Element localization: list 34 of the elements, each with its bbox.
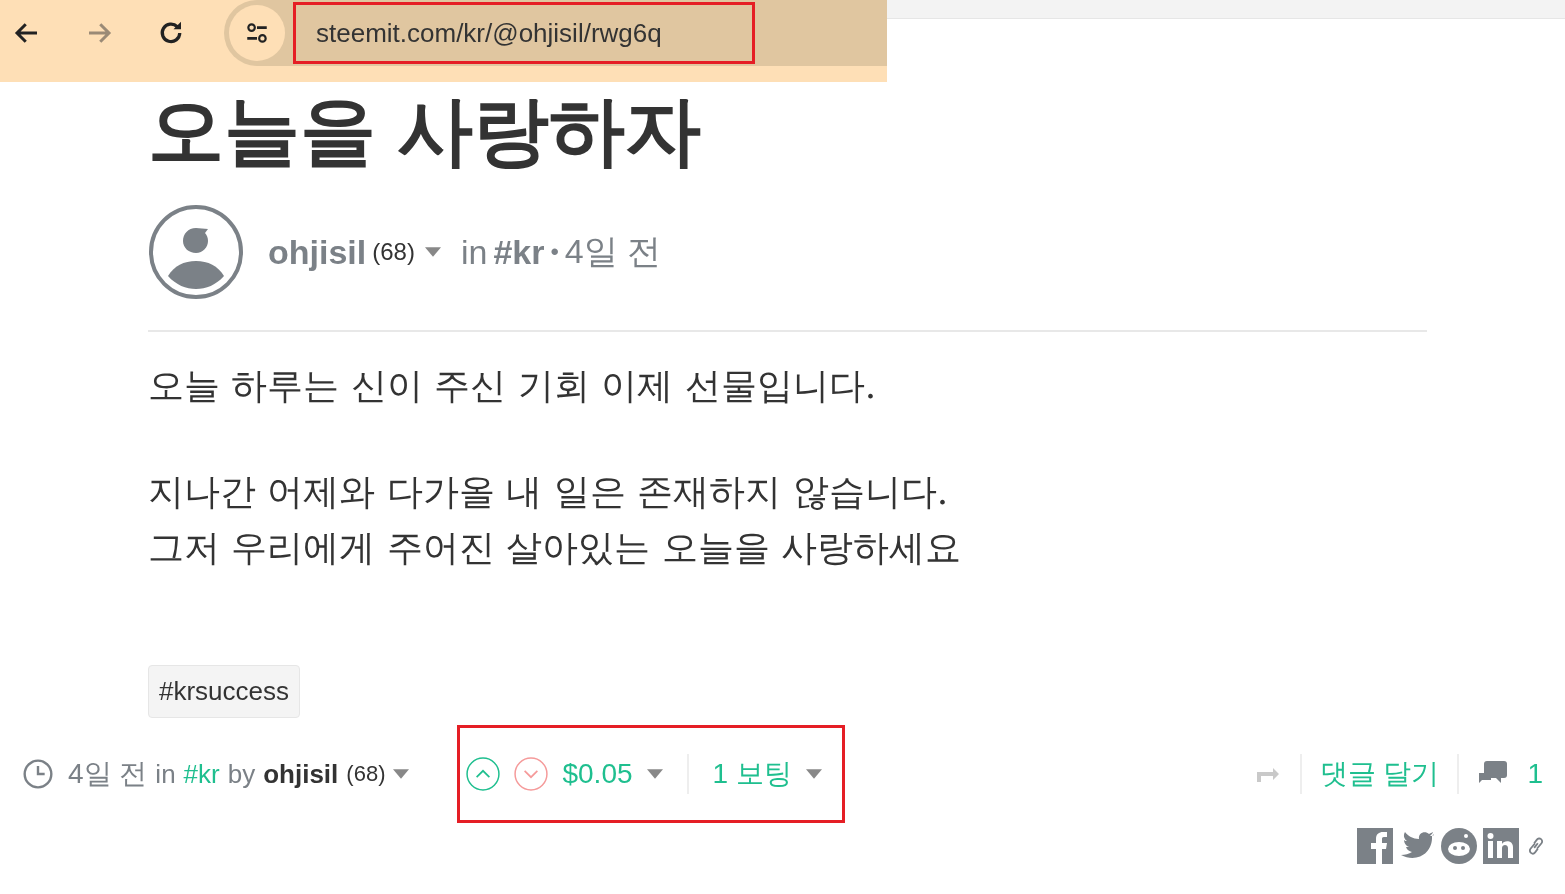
author-name[interactable]: ohjisil (263, 758, 339, 790)
vote-count[interactable]: 1 보팅 (712, 755, 792, 793)
linkedin-icon[interactable] (1483, 828, 1519, 864)
downvote-icon[interactable] (514, 757, 549, 791)
category-link[interactable]: #kr (493, 232, 545, 272)
body-text: 지나간 어제와 다가올 내 일은 존재하지 않습니다. (148, 470, 950, 514)
address-field[interactable]: steemit.com/kr/@ohjisil/rwg6q (293, 2, 755, 64)
author-prefix: by (227, 758, 256, 790)
site-settings-icon[interactable] (229, 5, 285, 61)
caret-icon[interactable] (646, 769, 663, 779)
reputation-score: (68) (372, 238, 415, 266)
category-link[interactable]: #kr (183, 758, 220, 790)
reputation-score: (68) (346, 761, 386, 787)
avatar-icon[interactable] (148, 204, 244, 300)
caret-icon[interactable] (393, 769, 410, 779)
caret-icon[interactable] (805, 769, 822, 779)
category-prefix: in (460, 232, 488, 272)
upvote-icon[interactable] (466, 757, 501, 791)
tag-chip[interactable]: #krsuccess (148, 665, 301, 718)
facebook-icon[interactable] (1357, 828, 1393, 864)
category-prefix: in (155, 758, 176, 790)
caret-icon[interactable] (424, 247, 441, 257)
post-time: 4일 전 (564, 231, 662, 272)
clock-icon (22, 758, 54, 790)
payout-amount[interactable]: $0.05 (562, 758, 633, 790)
author-name[interactable]: ohjisil (268, 232, 367, 272)
reddit-icon[interactable] (1441, 828, 1477, 864)
comment-count[interactable]: 1 (1527, 758, 1543, 790)
body-text: 오늘 하루는 신이 주신 기회 이제 선물입니다. (148, 364, 878, 408)
reply-link[interactable]: 댓글 달기 (1319, 755, 1440, 793)
body-text: 그저 우리에게 주어진 살아있는 오늘을 사랑하세요 (148, 526, 963, 570)
separator-dot: • (550, 238, 559, 266)
post-title: 오늘을 사랑하자 (148, 87, 703, 175)
post-time: 4일 전 (68, 757, 148, 791)
